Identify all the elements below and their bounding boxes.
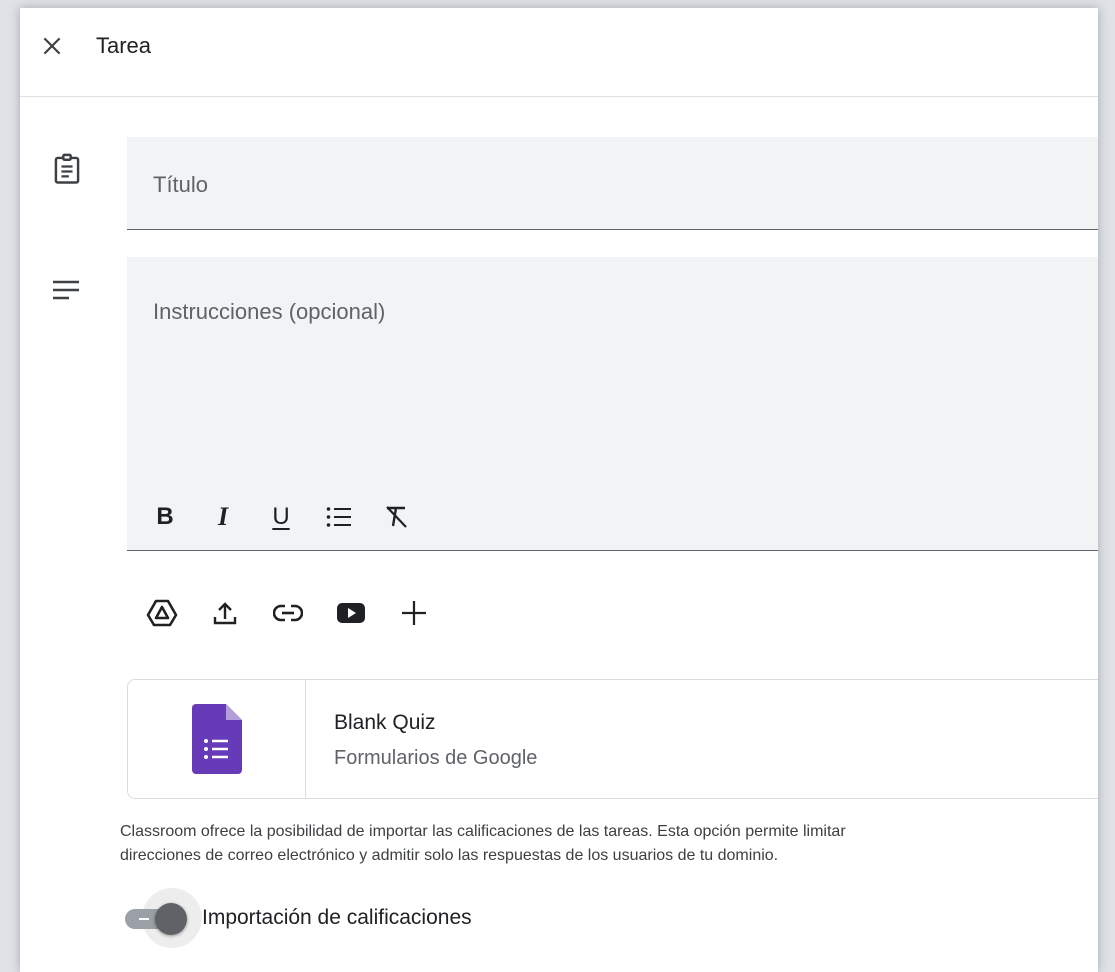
bold-button[interactable]: B [145, 497, 185, 537]
attachment-subtitle: Formularios de Google [334, 747, 538, 769]
youtube-icon [337, 603, 365, 623]
attachment-thumbnail [128, 680, 306, 798]
create-button[interactable] [394, 593, 434, 633]
link-icon [273, 604, 303, 622]
notice-line-1: Classroom ofrece la posibilidad de impor… [120, 823, 846, 840]
grade-import-notice: Classroom ofrece la posibilidad de impor… [120, 820, 1098, 868]
top-bar: Tarea [20, 8, 1098, 97]
title-placeholder: Título [153, 172, 209, 197]
instructions-placeholder: Instrucciones (opcional) [153, 299, 386, 324]
attachment-toolbar [142, 593, 457, 633]
underline-icon: U [272, 503, 290, 530]
underline-button[interactable]: U [261, 497, 301, 537]
google-drive-button[interactable] [142, 593, 182, 633]
plus-icon [402, 601, 426, 625]
page-title: Tarea [96, 33, 152, 58]
title-field[interactable]: Título [127, 137, 1098, 230]
italic-icon: I [217, 502, 229, 531]
bulleted-list-button[interactable] [319, 497, 359, 537]
notice-line-2: direcciones de correo electrónico y admi… [120, 847, 779, 864]
link-button[interactable] [268, 593, 308, 633]
attachment-card[interactable]: Blank Quiz Formularios de Google [127, 679, 1098, 799]
google-drive-icon [146, 599, 178, 627]
google-forms-icon [191, 704, 242, 774]
instructions-field[interactable]: Instrucciones (opcional) B I U [127, 257, 1098, 551]
assignment-dialog: Tarea Título Instrucciones (opcional) B … [20, 8, 1098, 972]
italic-button[interactable]: I [203, 497, 243, 537]
close-icon [43, 37, 61, 55]
toggle-knob [155, 903, 187, 935]
youtube-button[interactable] [331, 593, 371, 633]
clear-formatting-icon [386, 506, 407, 528]
notes-icon [53, 280, 79, 300]
bulleted-list-icon [326, 507, 351, 527]
format-toolbar: B I U [145, 497, 435, 537]
clear-formatting-button[interactable] [377, 497, 417, 537]
close-button[interactable] [36, 30, 68, 62]
attachment-title: Blank Quiz [334, 711, 436, 734]
upload-button[interactable] [205, 593, 245, 633]
grade-import-label: Importación de calificaciones [202, 906, 472, 929]
assignment-icon [54, 153, 80, 184]
upload-icon [213, 602, 237, 625]
bold-icon: B [156, 503, 174, 530]
